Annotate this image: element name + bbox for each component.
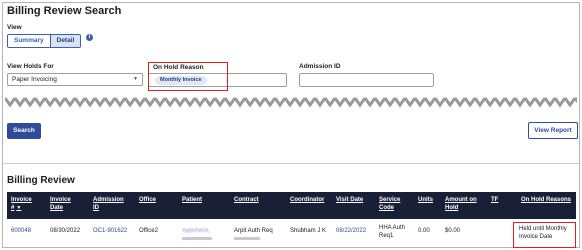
search-button[interactable]: Search xyxy=(7,123,41,139)
col-visit-date[interactable]: Visit Date xyxy=(336,196,363,204)
detail-toggle-button[interactable]: Detail xyxy=(49,35,81,47)
summary-toggle-button[interactable]: Summary xyxy=(8,35,50,47)
page-title: Billing Review Search xyxy=(7,5,122,17)
col-admission-id[interactable]: Admission ID xyxy=(93,196,124,212)
view-report-button[interactable]: View Report xyxy=(528,122,578,139)
billing-review-title: Billing Review xyxy=(7,175,75,186)
cell-invoice-date: 08/30/2022 xyxy=(50,228,81,234)
admission-id-label: Admission ID xyxy=(299,63,341,70)
holds-for-label: View Holds For xyxy=(7,63,54,70)
admission-id-input[interactable] xyxy=(299,73,434,87)
torn-edge-divider xyxy=(5,96,577,108)
col-office[interactable]: Office xyxy=(139,196,156,204)
redacted-contract-detail xyxy=(234,237,260,240)
cell-amount-on-hold: $0.00 xyxy=(445,228,461,234)
col-invoice-number[interactable]: Invoice # ▼ xyxy=(11,196,32,212)
redacted-patient-name xyxy=(182,237,212,240)
holds-for-select[interactable]: Paper Invoicing ▼ xyxy=(7,73,143,86)
view-toggle: Summary Detail xyxy=(7,34,82,48)
col-invoice-date[interactable]: Invoice Date xyxy=(50,196,71,212)
info-icon[interactable]: i xyxy=(86,34,93,41)
cell-service-code: HHA Auth Req1 xyxy=(379,225,406,239)
col-contract[interactable]: Contract xyxy=(234,196,259,204)
holds-for-value: Paper Invoicing xyxy=(12,76,57,83)
table-header: Invoice # ▼ Invoice Date Admission ID Offic… xyxy=(7,192,576,219)
section-divider xyxy=(2,163,580,164)
view-label: View xyxy=(7,24,22,31)
col-on-hold-reasons[interactable]: On Hold Reasons xyxy=(521,196,571,204)
col-amount-on-hold[interactable]: Amount on Hold xyxy=(445,196,477,212)
chevron-down-icon: ▼ xyxy=(133,76,138,82)
cell-office: Office2 xyxy=(139,228,158,234)
col-coordinator[interactable]: Coordinator xyxy=(290,196,324,204)
cell-contract: Arpit Auth Req xyxy=(234,228,273,234)
cell-patient[interactable]: Appcheck, xyxy=(182,227,210,235)
col-tf[interactable]: TF xyxy=(491,196,498,204)
on-hold-reason-highlight xyxy=(148,62,228,91)
cell-visit-date[interactable]: 08/22/2022 xyxy=(336,227,366,235)
cell-admission-id[interactable]: OC1-901622 xyxy=(93,227,127,235)
cell-units: 0.00 xyxy=(418,228,430,234)
sort-desc-icon: ▼ xyxy=(16,205,22,211)
cell-invoice-number[interactable]: 600048 xyxy=(11,227,31,235)
on-hold-reason-highlight-box xyxy=(513,222,576,248)
col-units[interactable]: Units xyxy=(418,196,433,204)
col-service-code[interactable]: Service Code xyxy=(379,196,400,212)
cell-coordinator: Shubham J K xyxy=(290,228,327,234)
col-patient[interactable]: Patient xyxy=(182,196,202,204)
